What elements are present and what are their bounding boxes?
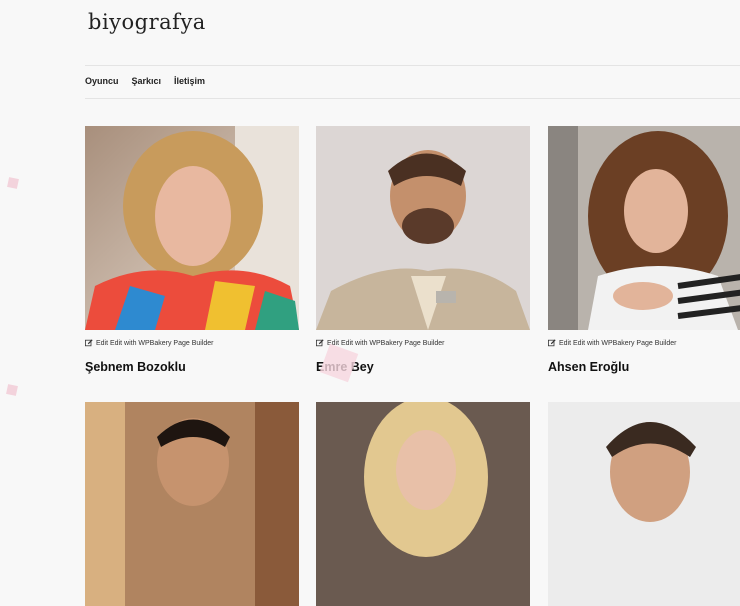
decorative-square [319,343,359,383]
header-divider-top [85,65,740,66]
person-name[interactable]: Şebnem Bozoklu [85,360,186,374]
person-photo[interactable] [548,402,740,606]
person-photo[interactable] [316,402,530,606]
person-photo[interactable] [548,126,740,330]
person-photo[interactable] [316,126,530,330]
nav-item-iletisim[interactable]: İletişim [174,76,205,86]
edit-icon [85,339,93,347]
nav-item-oyuncu[interactable]: Oyuncu [85,76,119,86]
edit-with-wpbakery-link[interactable]: Edit Edit with WPBakery Page Builder [548,339,677,347]
edit-icon [316,339,324,347]
edit-label: Edit Edit with WPBakery Page Builder [327,339,445,347]
main-nav: Oyuncu Şarkıcı İletişim [85,76,205,86]
edit-icon [548,339,556,347]
nav-item-sarkici[interactable]: Şarkıcı [132,76,162,86]
person-photo[interactable] [85,402,299,606]
edit-label: Edit Edit with WPBakery Page Builder [96,339,214,347]
person-photo[interactable] [85,126,299,330]
site-logo[interactable]: biyografya [88,10,206,34]
person-name[interactable]: Ahsen Eroğlu [548,360,629,374]
edit-label: Edit Edit with WPBakery Page Builder [559,339,677,347]
decorative-square [7,177,19,189]
header-divider-bottom [85,98,740,99]
decorative-square [6,384,18,396]
edit-with-wpbakery-link[interactable]: Edit Edit with WPBakery Page Builder [85,339,214,347]
